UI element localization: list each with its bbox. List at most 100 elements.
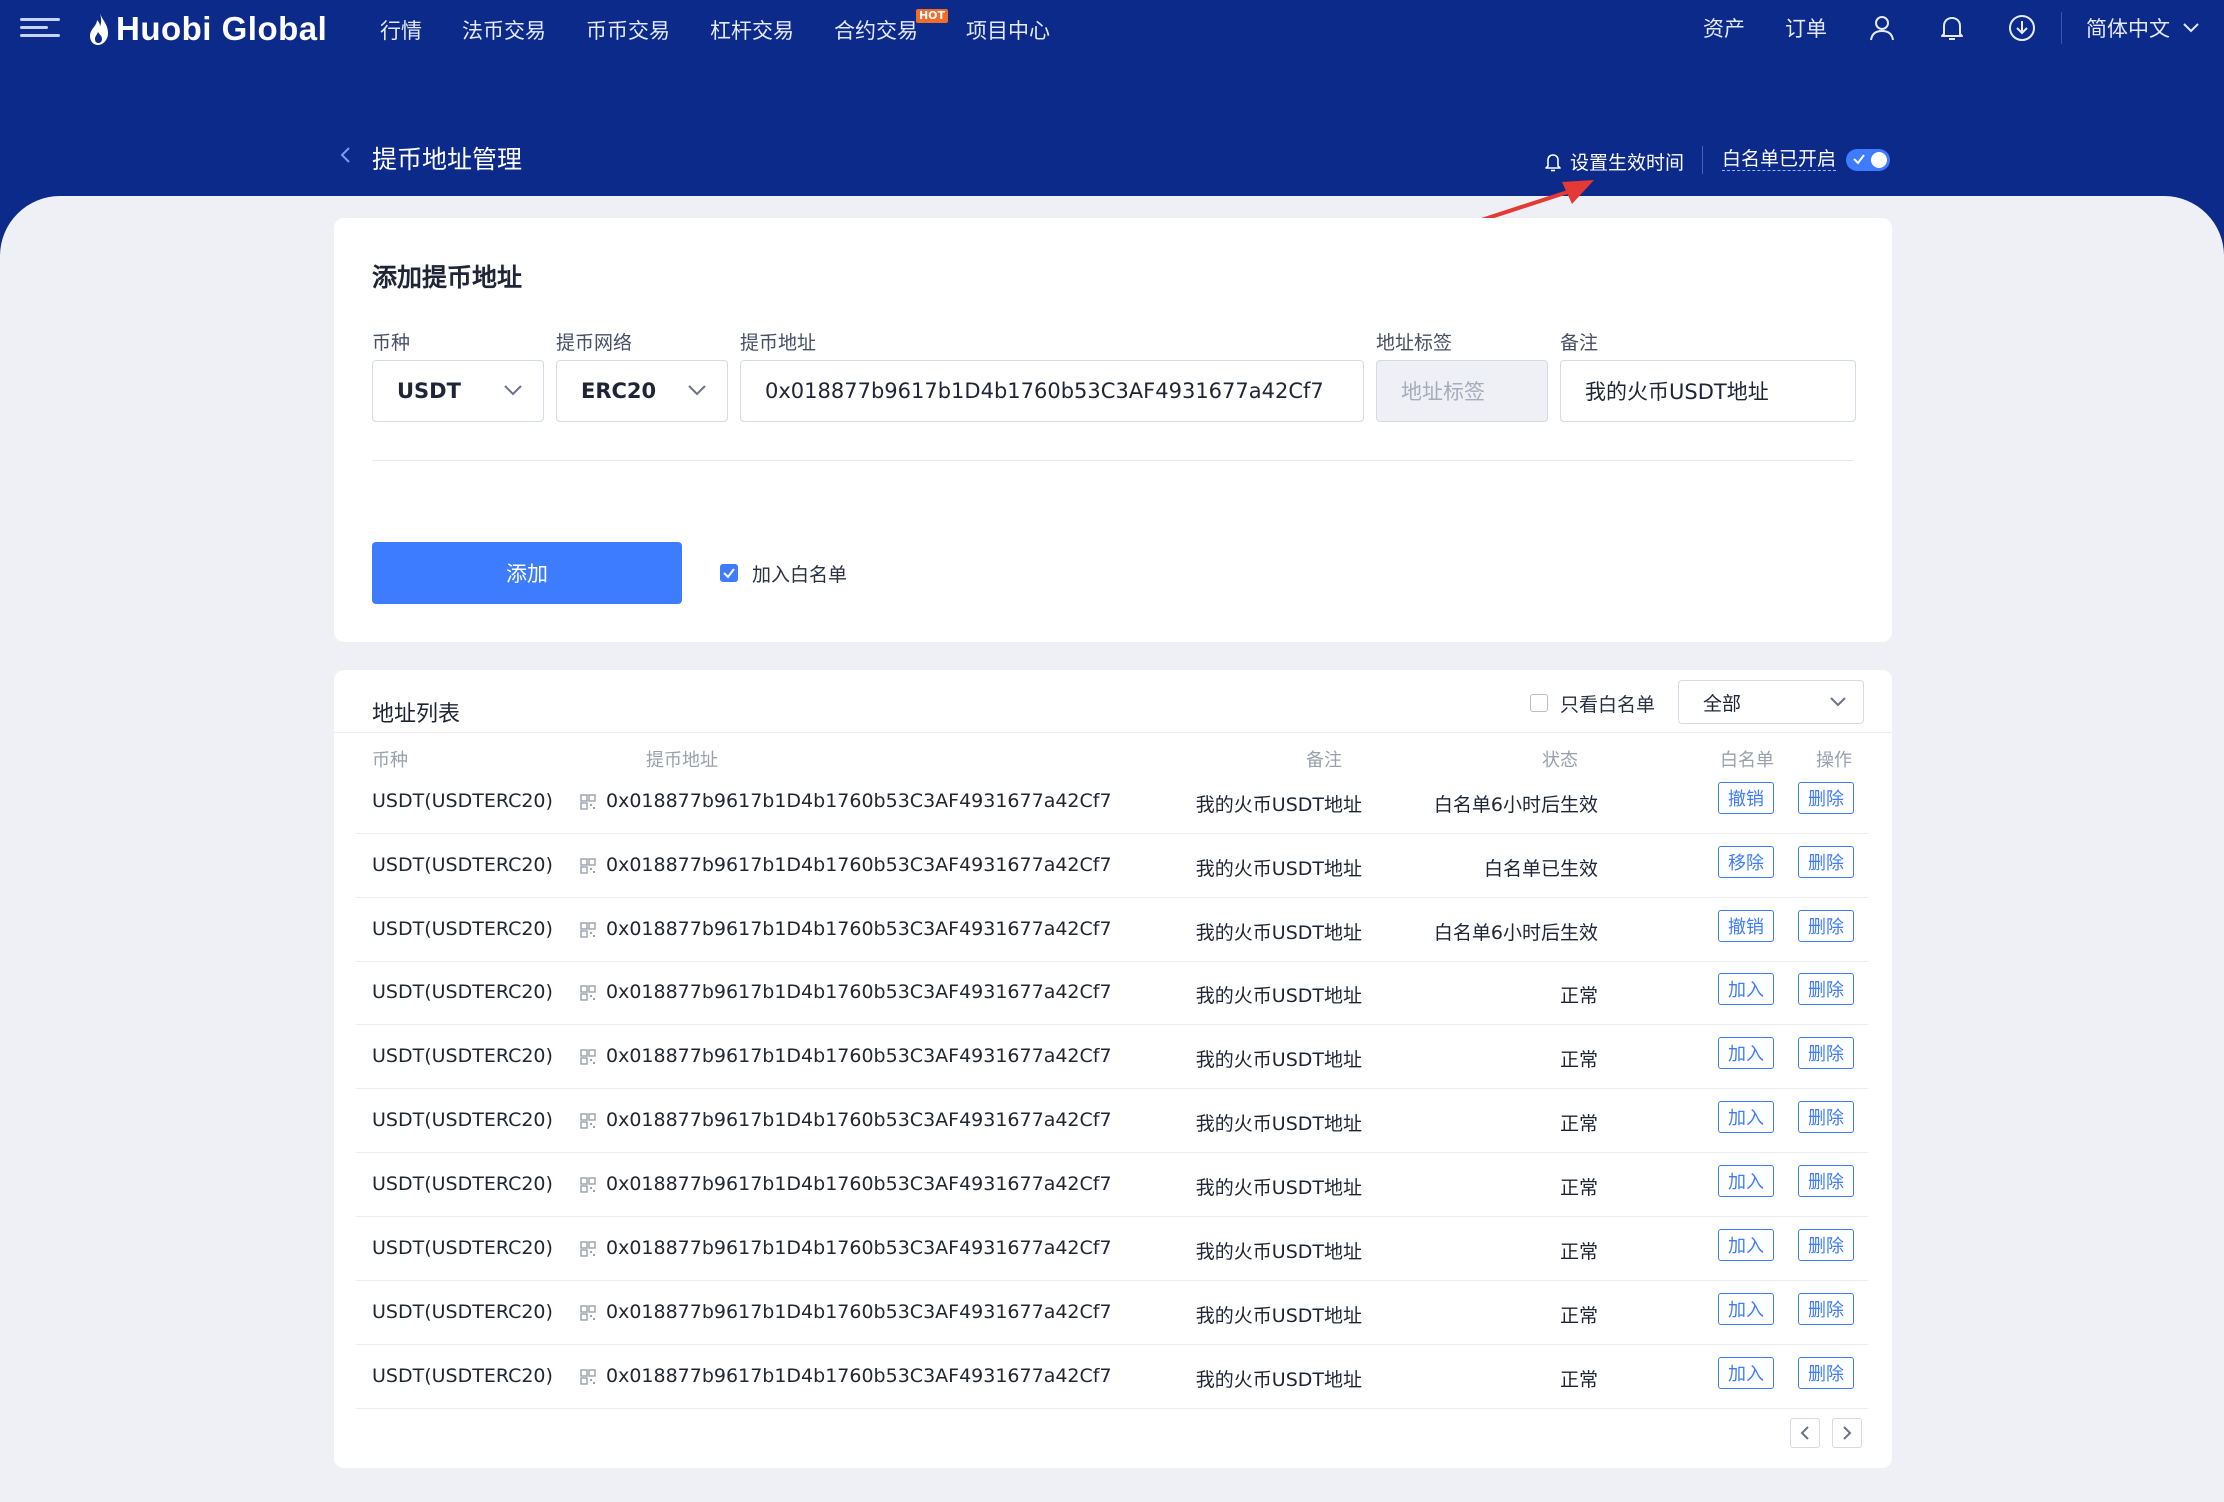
column-header-coin: 币种 xyxy=(372,750,408,771)
nav-link-spot[interactable]: 币币交易 xyxy=(586,15,670,45)
set-effective-time-label: 设置生效时间 xyxy=(1570,152,1685,174)
nav-link-market[interactable]: 行情 xyxy=(380,15,422,45)
top-nav: Huobi Global 行情 法币交易 币币交易 杠杆交易 合约交易 HOT 项… xyxy=(0,0,2224,58)
row-note: 我的火币USDT地址 xyxy=(1195,1241,1362,1263)
nav-link-fiat[interactable]: 法币交易 xyxy=(462,15,546,45)
status-filter-select[interactable]: 全部 xyxy=(1678,680,1864,724)
whitelist-checkbox[interactable] xyxy=(720,564,738,582)
row-whitelist-action-button[interactable]: 加入 xyxy=(1718,1293,1774,1325)
row-delete-button[interactable]: 删除 xyxy=(1798,1101,1854,1133)
nav-link-contract[interactable]: 合约交易 HOT xyxy=(834,9,948,45)
menu-icon[interactable] xyxy=(20,16,60,40)
row-delete-button[interactable]: 删除 xyxy=(1798,1037,1854,1069)
row-whitelist-action-button[interactable]: 撤销 xyxy=(1718,910,1774,942)
note-input[interactable]: 我的火币USDT地址 xyxy=(1560,360,1856,422)
table-row: USDT(USDTERC20) 0x018877b9617b1D4b1760b53… xyxy=(356,961,1868,1025)
set-effective-time-button[interactable]: 设置生效时间 xyxy=(1544,148,1684,175)
qr-code-icon[interactable] xyxy=(580,794,596,810)
table-row: USDT(USDTERC20) 0x018877b9617b1D4b1760b53… xyxy=(356,898,1868,962)
table-row: USDT(USDTERC20) 0x018877b9617b1D4b1760b53… xyxy=(356,1025,1868,1089)
note-label: 备注 xyxy=(1560,332,1599,354)
qr-code-icon[interactable] xyxy=(580,1369,596,1385)
row-coin: USDT(USDTERC20) xyxy=(372,854,553,876)
row-note: 我的火币USDT地址 xyxy=(1195,794,1362,816)
row-delete-button[interactable]: 删除 xyxy=(1798,1357,1854,1389)
row-address: 0x018877b9617b1D4b1760b53C3AF4931677a42C… xyxy=(606,1301,1112,1323)
only-whitelist-label: 只看白名单 xyxy=(1560,694,1656,716)
whitelist-toggle[interactable] xyxy=(1846,149,1890,171)
prev-page-button[interactable] xyxy=(1790,1418,1820,1448)
logo[interactable]: Huobi Global xyxy=(88,10,327,48)
add-button[interactable]: 添加 xyxy=(372,542,682,604)
tag-label: 地址标签 xyxy=(1376,332,1453,354)
row-whitelist-action-button[interactable]: 移除 xyxy=(1718,846,1774,878)
qr-code-icon[interactable] xyxy=(580,1049,596,1065)
download-icon[interactable] xyxy=(2007,13,2037,43)
add-address-title: 添加提币地址 xyxy=(372,263,523,292)
row-address: 0x018877b9617b1D4b1760b53C3AF4931677a42C… xyxy=(606,1365,1112,1387)
table-row: USDT(USDTERC20) 0x018877b9617b1D4b1760b53… xyxy=(356,1089,1868,1153)
nav-link-margin[interactable]: 杠杆交易 xyxy=(710,15,794,45)
qr-code-icon[interactable] xyxy=(580,1241,596,1257)
back-arrow-icon[interactable] xyxy=(336,142,356,168)
row-coin: USDT(USDTERC20) xyxy=(372,790,553,812)
coin-label: 币种 xyxy=(372,332,411,354)
chevron-down-icon xyxy=(2183,23,2199,33)
qr-code-icon[interactable] xyxy=(580,1177,596,1193)
row-delete-button[interactable]: 删除 xyxy=(1798,910,1854,942)
chevron-down-icon xyxy=(504,385,522,396)
language-label: 简体中文 xyxy=(2086,17,2170,41)
network-select-value: ERC20 xyxy=(581,379,657,403)
address-input[interactable]: 0x018877b9617b1D4b1760b53C3AF4931677a42C… xyxy=(740,360,1364,422)
row-coin: USDT(USDTERC20) xyxy=(372,1237,553,1259)
nav-orders[interactable]: 订单 xyxy=(1785,13,1827,43)
network-select[interactable]: ERC20 xyxy=(556,360,728,422)
row-delete-button[interactable]: 删除 xyxy=(1798,1229,1854,1261)
row-status: 正常 xyxy=(1559,1305,1598,1327)
qr-code-icon[interactable] xyxy=(580,985,596,1001)
toggle-knob xyxy=(1871,152,1887,168)
qr-code-icon[interactable] xyxy=(580,922,596,938)
table-row: USDT(USDTERC20) 0x018877b9617b1D4b1760b53… xyxy=(356,1217,1868,1281)
chevron-down-icon xyxy=(688,385,706,396)
nav-assets[interactable]: 资产 xyxy=(1703,13,1745,43)
coin-select[interactable]: USDT xyxy=(372,360,544,422)
row-delete-button[interactable]: 删除 xyxy=(1798,846,1854,878)
bell-icon[interactable] xyxy=(1937,13,1967,43)
row-whitelist-action-button[interactable]: 加入 xyxy=(1718,1357,1774,1389)
chevron-down-icon xyxy=(1830,697,1846,707)
row-delete-button[interactable]: 删除 xyxy=(1798,1293,1854,1325)
qr-code-icon[interactable] xyxy=(580,858,596,874)
qr-code-icon[interactable] xyxy=(580,1305,596,1321)
chevron-right-icon xyxy=(1843,1426,1852,1440)
row-whitelist-action-button[interactable]: 加入 xyxy=(1718,973,1774,1005)
row-whitelist-action-button[interactable]: 加入 xyxy=(1718,1165,1774,1197)
row-note: 我的火币USDT地址 xyxy=(1195,858,1362,880)
nav-link-contract-label: 合约交易 xyxy=(834,19,918,43)
row-whitelist-action-button[interactable]: 撤销 xyxy=(1718,782,1774,814)
language-selector[interactable]: 简体中文 xyxy=(2086,13,2200,43)
only-whitelist-checkbox[interactable] xyxy=(1530,694,1548,712)
user-icon[interactable] xyxy=(1867,13,1897,43)
table-row: USDT(USDTERC20) 0x018877b9617b1D4b1760b53… xyxy=(356,834,1868,898)
nav-link-projects[interactable]: 项目中心 xyxy=(966,15,1050,45)
next-page-button[interactable] xyxy=(1832,1418,1862,1448)
qr-code-icon[interactable] xyxy=(580,1113,596,1129)
row-whitelist-action-button[interactable]: 加入 xyxy=(1718,1101,1774,1133)
tag-input[interactable]: 地址标签 xyxy=(1376,360,1548,422)
row-address: 0x018877b9617b1D4b1760b53C3AF4931677a42C… xyxy=(606,1173,1112,1195)
row-delete-button[interactable]: 删除 xyxy=(1798,1165,1854,1197)
row-address: 0x018877b9617b1D4b1760b53C3AF4931677a42C… xyxy=(606,790,1112,812)
row-whitelist-action-button[interactable]: 加入 xyxy=(1718,1037,1774,1069)
row-coin: USDT(USDTERC20) xyxy=(372,981,553,1003)
row-delete-button[interactable]: 删除 xyxy=(1798,782,1854,814)
row-status: 正常 xyxy=(1559,1049,1598,1071)
table-row: USDT(USDTERC20) 0x018877b9617b1D4b1760b53… xyxy=(356,1345,1868,1409)
row-delete-button[interactable]: 删除 xyxy=(1798,973,1854,1005)
add-address-card: 添加提币地址 币种 USDT 提币网络 ERC20 提币地址 0x018877b… xyxy=(334,218,1892,642)
row-address: 0x018877b9617b1D4b1760b53C3AF4931677a42C… xyxy=(606,918,1112,940)
row-note: 我的火币USDT地址 xyxy=(1195,1177,1362,1199)
row-whitelist-action-button[interactable]: 加入 xyxy=(1718,1229,1774,1261)
row-coin: USDT(USDTERC20) xyxy=(372,918,553,940)
tag-input-placeholder: 地址标签 xyxy=(1401,380,1485,404)
